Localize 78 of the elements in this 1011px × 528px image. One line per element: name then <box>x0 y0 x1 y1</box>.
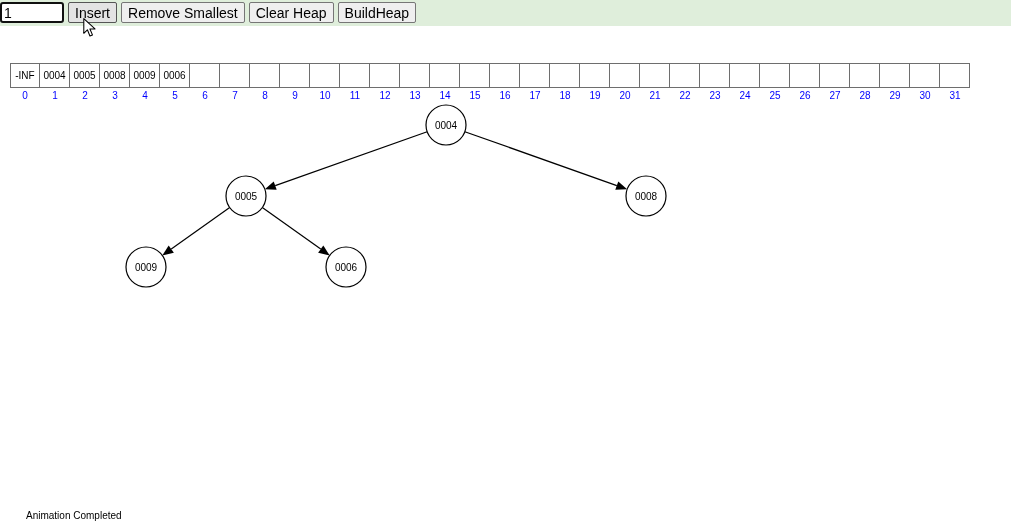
index-label: 23 <box>709 89 721 101</box>
index-label: 17 <box>529 89 541 101</box>
index-label: 16 <box>499 89 511 101</box>
heap-action-button[interactable]: Clear Heap <box>248 2 334 23</box>
array-cell <box>310 63 340 88</box>
array-cell: 0008 <box>100 63 130 88</box>
index-label: 3 <box>112 89 118 101</box>
heap-node: 0004 <box>425 104 467 146</box>
array-cell <box>700 63 730 88</box>
array-cell <box>250 63 280 88</box>
index-label: 6 <box>202 89 208 101</box>
array-cell <box>460 63 490 88</box>
index-label: 0 <box>22 89 28 101</box>
mouse-pointer-icon <box>83 18 96 37</box>
index-label: 19 <box>589 89 601 101</box>
index-label: 15 <box>469 89 481 101</box>
index-label: 5 <box>172 89 178 101</box>
edge-arrow <box>261 207 330 256</box>
index-label: 31 <box>949 89 961 101</box>
heap-action-button[interactable]: Insert <box>68 2 117 23</box>
status-message: Animation Completed <box>26 510 122 521</box>
index-label: 11 <box>349 89 361 101</box>
index-label: 26 <box>799 89 811 101</box>
array-cell: -INF <box>10 63 40 88</box>
array-cell <box>550 63 580 88</box>
index-label: 14 <box>439 89 451 101</box>
array-cell: 0004 <box>40 63 70 88</box>
array-cell <box>340 63 370 88</box>
index-label: 20 <box>619 89 631 101</box>
edge-arrow <box>162 207 231 256</box>
index-label: 1 <box>52 89 58 101</box>
array-cell <box>400 63 430 88</box>
index-label: 18 <box>559 89 571 101</box>
array-cell: 0006 <box>160 63 190 88</box>
index-label: 21 <box>649 89 661 101</box>
array-cell <box>910 63 940 88</box>
index-label: 12 <box>379 89 391 101</box>
array-cell <box>760 63 790 88</box>
index-label: 27 <box>829 89 841 101</box>
index-label: 2 <box>82 89 88 101</box>
array-cell <box>190 63 220 88</box>
array-cell: 0005 <box>70 63 100 88</box>
array-cell <box>220 63 250 88</box>
array-cell <box>580 63 610 88</box>
array-cell <box>520 63 550 88</box>
index-label: 25 <box>769 89 781 101</box>
value-input-field[interactable]: 1 <box>0 2 64 23</box>
array-cell <box>730 63 760 88</box>
array-cell <box>880 63 910 88</box>
index-label: 7 <box>232 89 238 101</box>
index-label: 30 <box>919 89 931 101</box>
array-cell: 0009 <box>130 63 160 88</box>
index-label: 9 <box>292 89 298 101</box>
index-label: 10 <box>319 89 331 101</box>
array-cell <box>280 63 310 88</box>
index-label: 13 <box>409 89 421 101</box>
array-cell <box>670 63 700 88</box>
index-label: 8 <box>262 89 268 101</box>
array-cell <box>820 63 850 88</box>
heap-node: 0005 <box>225 175 267 217</box>
index-label: 4 <box>142 89 148 101</box>
array-cell <box>490 63 520 88</box>
heap-node: 0009 <box>125 246 167 288</box>
heap-action-button[interactable]: Remove Smallest <box>121 2 245 23</box>
array-cell <box>370 63 400 88</box>
array-cell <box>790 63 820 88</box>
heap-action-button[interactable]: BuildHeap <box>337 2 417 23</box>
heap-node: 0006 <box>325 246 367 288</box>
array-cell <box>430 63 460 88</box>
index-label: 22 <box>679 89 691 101</box>
heap-node: 0008 <box>625 175 667 217</box>
array-cell <box>610 63 640 88</box>
index-label: 28 <box>859 89 871 101</box>
index-label: 29 <box>889 89 901 101</box>
array-cell <box>640 63 670 88</box>
array-cell <box>940 63 970 88</box>
index-label: 24 <box>739 89 751 101</box>
array-cell <box>850 63 880 88</box>
